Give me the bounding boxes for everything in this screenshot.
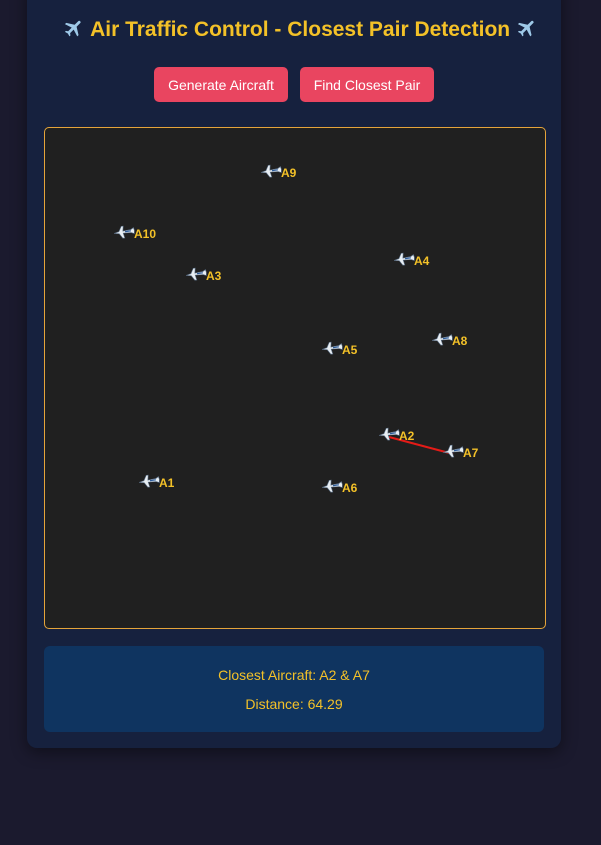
aircraft-marker[interactable]: A5: [321, 341, 357, 359]
airspace-canvas[interactable]: A1 A2 A3 A4 A5 A6 A7 A8 A9 A10: [44, 127, 546, 629]
airplane-icon: [138, 474, 160, 490]
closest-aircraft-text: Closest Aircraft: A2 & A7: [218, 667, 370, 683]
aircraft-marker[interactable]: A1: [138, 474, 174, 492]
aircraft-label: A1: [159, 475, 175, 490]
airplane-icon: [321, 479, 343, 495]
page-title: Air Traffic Control - Closest Pair Detec…: [0, 16, 601, 47]
aircraft-label: A5: [342, 342, 358, 357]
aircraft-label: A9: [281, 165, 297, 180]
generate-aircraft-button[interactable]: Generate Aircraft: [154, 67, 288, 102]
distance-text: Distance: 64.29: [245, 696, 343, 712]
aircraft-label: A8: [452, 333, 468, 348]
aircraft-marker[interactable]: A8: [431, 332, 467, 350]
page-title-text: Air Traffic Control - Closest Pair Detec…: [90, 18, 511, 41]
aircraft-label: A6: [342, 480, 358, 495]
aircraft-marker[interactable]: A4: [393, 252, 429, 270]
result-panel: Closest Aircraft: A2 & A7 Distance: 64.2…: [44, 646, 544, 732]
aircraft-label: A2: [399, 428, 415, 443]
aircraft-label: A7: [463, 445, 479, 460]
aircraft-marker[interactable]: A7: [442, 444, 478, 462]
aircraft-marker[interactable]: A2: [378, 427, 414, 445]
airplane-icon: [113, 225, 135, 241]
aircraft-label: A4: [414, 253, 430, 268]
aircraft-label: A3: [206, 268, 222, 283]
airplane-icon: [516, 17, 538, 47]
aircraft-marker[interactable]: A3: [185, 267, 221, 285]
airplane-icon: [442, 444, 464, 460]
airplane-icon: [185, 267, 207, 283]
airplane-icon: [260, 164, 282, 180]
airplane-icon: [378, 427, 400, 443]
airplane-icon: [393, 252, 415, 268]
aircraft-label: A10: [134, 226, 157, 241]
find-closest-pair-button[interactable]: Find Closest Pair: [300, 67, 434, 102]
airplane-icon: [321, 341, 343, 357]
aircraft-marker[interactable]: A10: [113, 225, 156, 243]
airplane-icon: [63, 17, 85, 47]
closest-pair-layer: [388, 436, 454, 455]
aircraft-marker[interactable]: A6: [321, 479, 357, 497]
airplane-icon: [431, 332, 453, 348]
aircraft-marker[interactable]: A9: [260, 164, 296, 182]
